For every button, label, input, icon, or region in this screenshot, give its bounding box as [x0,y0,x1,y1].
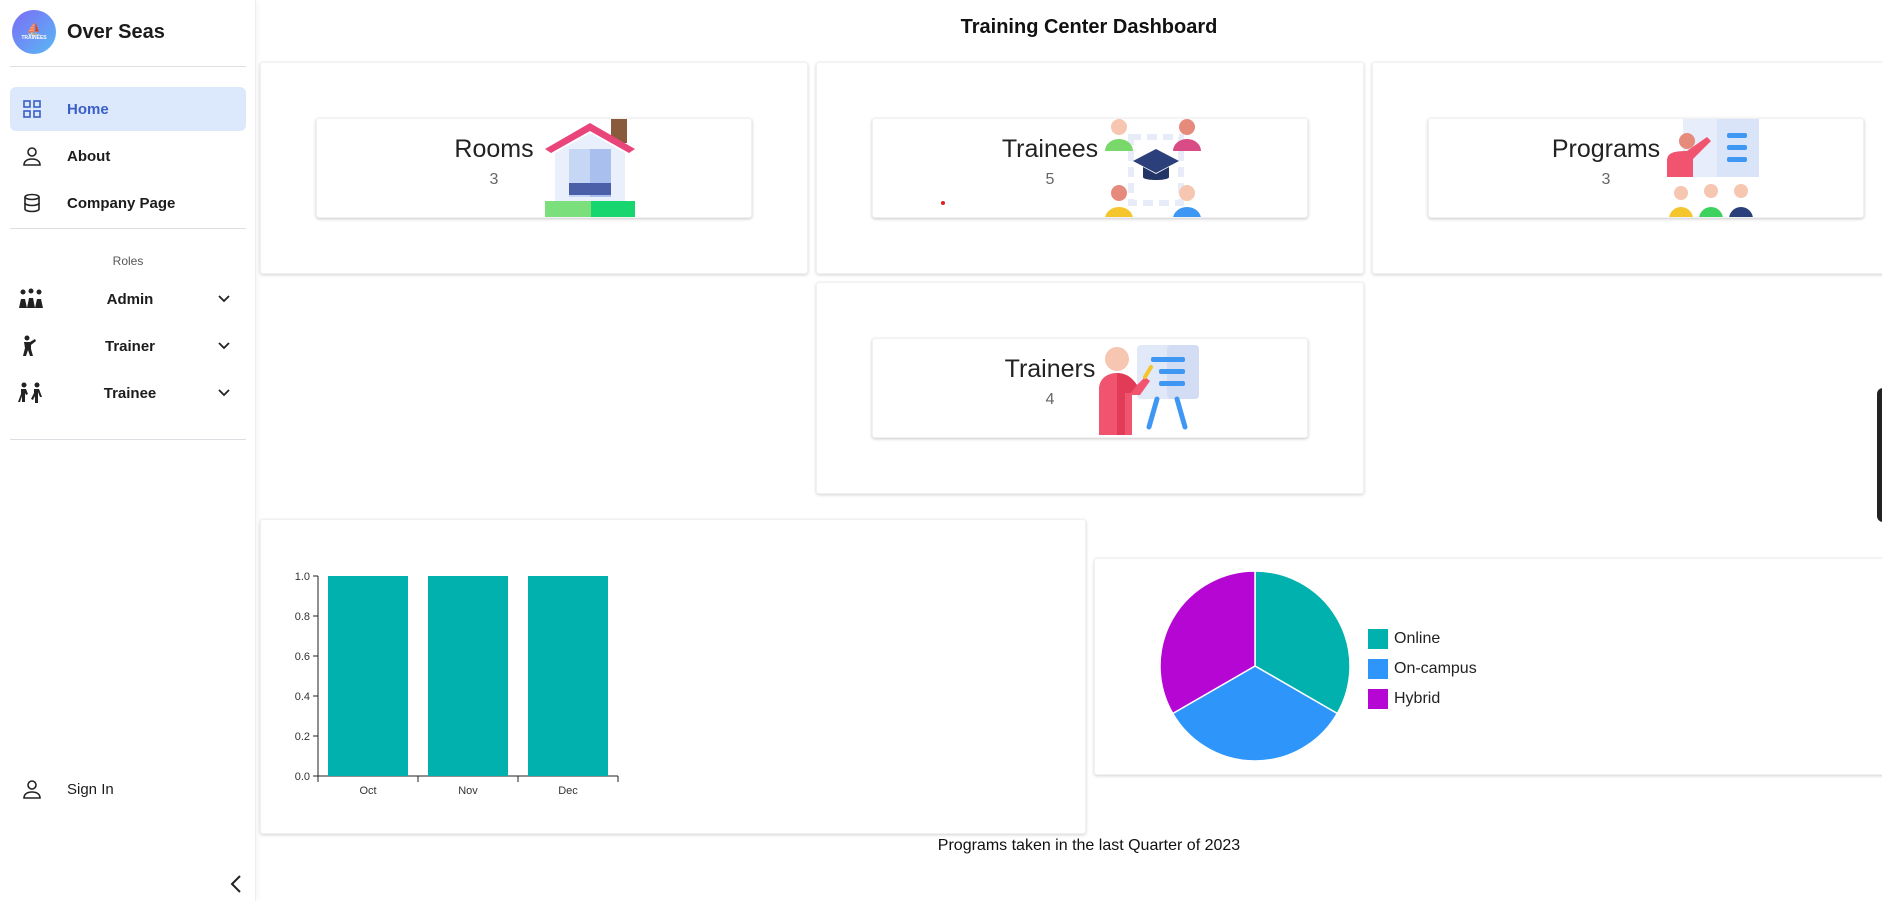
brand-logo: ⛵ TRAINEES [12,10,56,54]
database-icon [20,191,44,215]
trainees-card[interactable]: Trainees 5 [872,118,1308,218]
logo-text: TRAINEES [21,35,47,41]
scroll-handle[interactable] [1877,388,1882,522]
legend-item-hybrid[interactable]: Hybrid [1368,684,1477,714]
chevron-down-icon [214,342,234,350]
role-item-trainer[interactable]: Trainer [10,324,246,368]
role-item-admin[interactable]: Admin [10,277,246,321]
y-tick-label: 0.4 [295,691,310,703]
grid-icon [20,97,44,121]
y-tick-label: 0.0 [295,771,310,783]
pie-chart-marks [1159,570,1351,762]
whiteboard-icon [1099,345,1199,435]
bar-dec [528,576,608,776]
brand-name: Over Seas [67,20,165,43]
y-tick-label: 1.0 [295,571,310,583]
sign-in-button[interactable]: Sign In [10,767,246,811]
divider [10,439,246,440]
legend-item-online[interactable]: Online [1368,624,1477,654]
roles-title: Roles [112,254,144,268]
sidebar: ⛵ TRAINEES Over Seas Home About Company … [0,0,256,901]
page-title: Training Center Dashboard [960,16,1218,38]
role-item-trainee[interactable]: Trainee [10,371,246,415]
bar-chart: 0.0 0.2 0.4 0.6 0.8 1.0 Oct Nov Dec [295,571,619,797]
legend-swatch [1368,659,1388,679]
legend-swatch [1368,689,1388,709]
role-label: Admin [106,290,154,308]
legend-label: Hybrid [1394,690,1441,707]
divider [10,66,246,67]
group-icon [18,288,46,310]
role-label: Trainee [103,384,157,402]
programs-card[interactable]: Programs 3 [1428,118,1864,218]
chevron-down-icon [214,295,234,303]
collapse-sidebar-button[interactable] [226,872,246,896]
nav-item-label: Company Page [67,194,176,212]
y-tick-label: 0.8 [295,611,310,623]
presentation-icon [1667,119,1759,217]
sign-in-label: Sign In [67,780,114,798]
legend-swatch [1368,629,1388,649]
pie-legend: Online On-campus Hybrid [1368,624,1477,714]
bar-oct [328,576,408,776]
nav-item-home[interactable]: Home [10,87,246,131]
x-tick-label: Nov [458,785,478,797]
role-label: Trainer [104,337,156,355]
trainee-icon [18,382,46,404]
trainer-icon [18,335,46,357]
y-tick-label: 0.2 [295,731,310,743]
y-tick-label: 0.6 [295,651,310,663]
person-icon [20,144,44,168]
bar-chart-caption: Programs taken in the last Quarter of 20… [937,837,1241,854]
x-tick-label: Oct [359,785,376,797]
divider [10,228,246,229]
house-icon [545,119,635,217]
brand[interactable]: ⛵ TRAINEES Over Seas [12,10,165,54]
chevron-left-icon [230,875,241,893]
chevron-down-icon [214,389,234,397]
sail-icon: ⛵ [26,22,42,36]
legend-label: Online [1394,630,1441,647]
nav-item-company-page[interactable]: Company Page [10,181,246,225]
nav-item-about[interactable]: About [10,134,246,178]
bar-nov [428,576,508,776]
nav-item-label: About [67,147,111,165]
rooms-card[interactable]: Rooms 3 [316,118,752,218]
x-tick-label: Dec [558,785,578,797]
trainers-card[interactable]: Trainers 4 [872,338,1308,438]
graduation-icon [1105,119,1201,217]
bar-chart-marks [328,576,608,776]
person-icon [20,777,44,801]
pie-chart [1159,570,1351,762]
legend-item-on-campus[interactable]: On-campus [1368,654,1477,684]
status-dot [941,201,945,205]
nav-item-label: Home [67,100,109,118]
legend-label: On-campus [1394,660,1477,677]
